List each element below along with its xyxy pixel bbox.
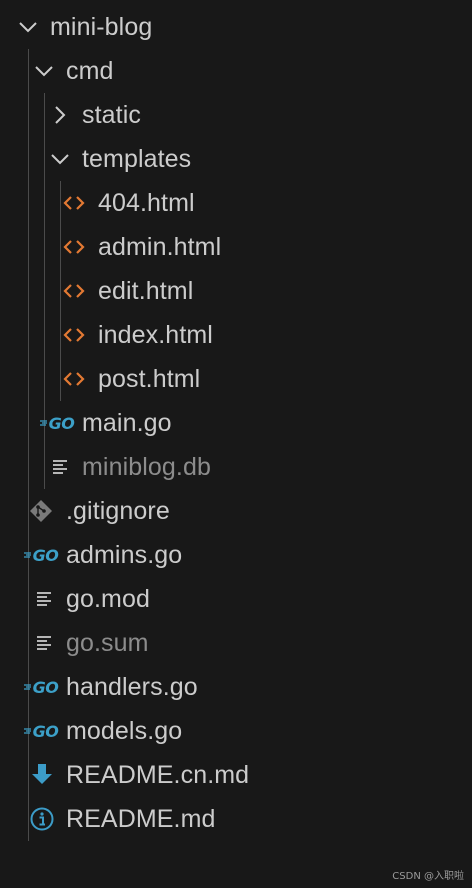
tree-item-label: 404.html: [98, 189, 195, 217]
info-icon: [29, 797, 55, 841]
go-icon-text: GO: [32, 677, 59, 697]
tree-file-edit-html[interactable]: edit.html: [0, 269, 472, 313]
tree-item-label: README.cn.md: [66, 761, 250, 789]
html-icon: [62, 269, 86, 313]
tree-item-label: go.sum: [66, 629, 149, 657]
tree-item-label: templates: [82, 145, 192, 173]
html-icon: [62, 313, 86, 357]
tree-file-admin-html[interactable]: admin.html: [0, 225, 472, 269]
lines-icon: [34, 621, 54, 665]
tree-item-label: .gitignore: [66, 497, 170, 525]
tree-item-label: cmd: [66, 57, 114, 85]
go-icon-text: GO: [32, 545, 59, 565]
tree-item-label: admin.html: [98, 233, 222, 261]
lines-icon: [34, 577, 54, 621]
tree-file-post-html[interactable]: post.html: [0, 357, 472, 401]
html-icon: [62, 181, 86, 225]
tree-folder-cmd[interactable]: cmd: [0, 49, 472, 93]
tree-file-main-go[interactable]: GO main.go: [0, 401, 472, 445]
download-icon: [30, 753, 54, 797]
tree-folder-mini-blog[interactable]: mini-blog: [0, 5, 472, 49]
tree-item-label: miniblog.db: [82, 453, 211, 481]
tree-item-label: go.mod: [66, 585, 150, 613]
chevron-down-icon: [48, 137, 72, 181]
go-icon-text: GO: [48, 413, 75, 433]
go-icon-text: GO: [32, 721, 59, 741]
tree-item-label: handlers.go: [66, 673, 198, 701]
chevron-down-icon: [32, 49, 56, 93]
tree-item-label: mini-blog: [50, 13, 153, 41]
tree-item-label: models.go: [66, 717, 183, 745]
html-icon: [62, 357, 86, 401]
tree-file-404-html[interactable]: 404.html: [0, 181, 472, 225]
chevron-right-icon: [50, 93, 70, 137]
tree-item-label: edit.html: [98, 277, 194, 305]
tree-file-handlers-go[interactable]: GO handlers.go: [0, 665, 472, 709]
tree-folder-static[interactable]: static: [0, 93, 472, 137]
tree-file-readme-md[interactable]: README.md: [0, 797, 472, 841]
go-icon: GO: [22, 709, 60, 753]
tree-item-label: index.html: [98, 321, 213, 349]
go-icon: GO: [22, 533, 60, 577]
chevron-down-icon: [16, 5, 40, 49]
go-icon: GO: [38, 401, 76, 445]
go-icon: GO: [22, 665, 60, 709]
tree-item-label: README.md: [66, 805, 216, 833]
tree-folder-templates[interactable]: templates: [0, 137, 472, 181]
tree-file-readme-cn-md[interactable]: README.cn.md: [0, 753, 472, 797]
tree-file-go-mod[interactable]: go.mod: [0, 577, 472, 621]
tree-file-models-go[interactable]: GO models.go: [0, 709, 472, 753]
tree-item-label: main.go: [82, 409, 172, 437]
html-icon: [62, 225, 86, 269]
tree-file-go-sum[interactable]: go.sum: [0, 621, 472, 665]
lines-icon: [50, 445, 70, 489]
tree-file-miniblog-db[interactable]: miniblog.db: [0, 445, 472, 489]
watermark: CSDN @入职啦: [392, 871, 464, 882]
git-icon: [28, 489, 54, 533]
tree-file-admins-go[interactable]: GO admins.go: [0, 533, 472, 577]
tree-item-label: static: [82, 101, 141, 129]
tree-item-label: post.html: [98, 365, 201, 393]
tree-file-gitignore[interactable]: .gitignore: [0, 489, 472, 533]
tree-item-label: admins.go: [66, 541, 183, 569]
tree-file-index-html[interactable]: index.html: [0, 313, 472, 357]
